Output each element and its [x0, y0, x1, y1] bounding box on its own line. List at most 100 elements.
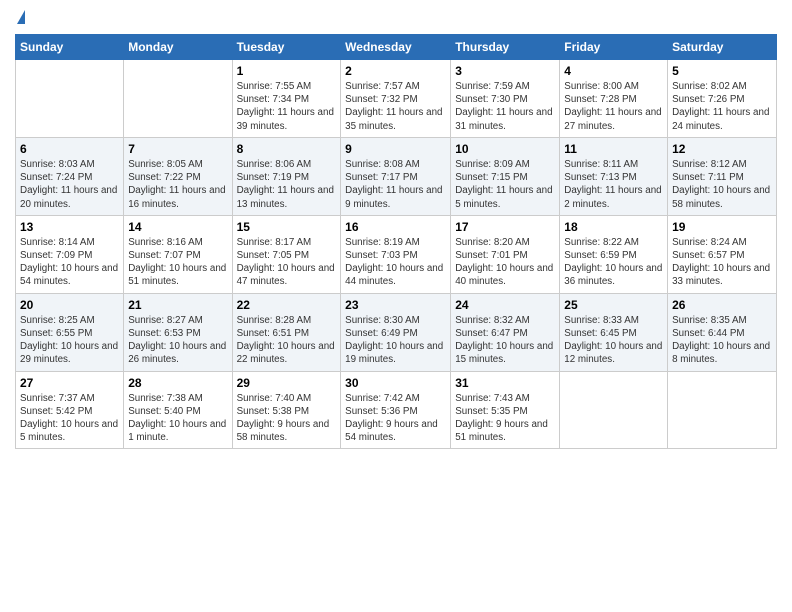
cell-content: Sunrise: 8:20 AMSunset: 7:01 PMDaylight:… [455, 236, 555, 289]
day-number: 15 [237, 220, 337, 234]
day-number: 29 [237, 376, 337, 390]
cell-content: Sunrise: 8:19 AMSunset: 7:03 PMDaylight:… [345, 236, 446, 289]
calendar-cell: 23 Sunrise: 8:30 AMSunset: 6:49 PMDayligh… [341, 293, 451, 371]
day-number: 5 [672, 64, 772, 78]
day-number: 17 [455, 220, 555, 234]
cell-content: Sunrise: 8:11 AMSunset: 7:13 PMDaylight:… [564, 158, 663, 211]
calendar-week-row: 27 Sunrise: 7:37 AMSunset: 5:42 PMDayligh… [16, 371, 777, 449]
calendar-cell: 14 Sunrise: 8:16 AMSunset: 7:07 PMDayligh… [124, 215, 232, 293]
calendar-header-row: SundayMondayTuesdayWednesdayThursdayFrid… [16, 35, 777, 60]
day-number: 12 [672, 142, 772, 156]
logo-triangle-icon [17, 10, 25, 24]
day-number: 3 [455, 64, 555, 78]
calendar-cell: 9 Sunrise: 8:08 AMSunset: 7:17 PMDaylight… [341, 137, 451, 215]
calendar-cell: 4Sunrise: 8:00 AMSunset: 7:28 PMDaylight… [560, 60, 668, 138]
calendar-cell [668, 371, 777, 449]
calendar-cell: 7Sunrise: 8:05 AMSunset: 7:22 PMDaylight… [124, 137, 232, 215]
cell-content: Sunrise: 7:57 AMSunset: 7:32 PMDaylight:… [345, 80, 446, 133]
day-number: 26 [672, 298, 772, 312]
calendar-container: SundayMondayTuesdayWednesdayThursdayFrid… [0, 0, 792, 464]
calendar-cell: 20 Sunrise: 8:25 AMSunset: 6:55 PMDayligh… [16, 293, 124, 371]
calendar-cell: 18 Sunrise: 8:22 AMSunset: 6:59 PMDayligh… [560, 215, 668, 293]
cell-content: Sunrise: 8:02 AMSunset: 7:26 PMDaylight:… [672, 80, 772, 133]
cell-content: Sunrise: 8:32 AMSunset: 6:47 PMDaylight:… [455, 314, 555, 367]
cell-content: Sunrise: 7:42 AMSunset: 5:36 PMDaylight:… [345, 392, 446, 445]
calendar-week-row: 1 Sunrise: 7:55 AMSunset: 7:34 PMDaylight… [16, 60, 777, 138]
calendar-cell: 12 Sunrise: 8:12 AMSunset: 7:11 PMDayligh… [668, 137, 777, 215]
day-number: 9 [345, 142, 446, 156]
cell-content: Sunrise: 8:22 AMSunset: 6:59 PMDaylight:… [564, 236, 663, 289]
calendar-cell: 1 Sunrise: 7:55 AMSunset: 7:34 PMDaylight… [232, 60, 341, 138]
calendar-cell: 17 Sunrise: 8:20 AMSunset: 7:01 PMDayligh… [451, 215, 560, 293]
calendar-cell: 15 Sunrise: 8:17 AMSunset: 7:05 PMDayligh… [232, 215, 341, 293]
cell-content: Sunrise: 8:30 AMSunset: 6:49 PMDaylight:… [345, 314, 446, 367]
day-header-thursday: Thursday [451, 35, 560, 60]
cell-content: Sunrise: 7:55 AMSunset: 7:34 PMDaylight:… [237, 80, 337, 133]
calendar-cell: 25 Sunrise: 8:33 AMSunset: 6:45 PMDayligh… [560, 293, 668, 371]
calendar-cell: 26 Sunrise: 8:35 AMSunset: 6:44 PMDayligh… [668, 293, 777, 371]
cell-content: Sunrise: 8:27 AMSunset: 6:53 PMDaylight:… [128, 314, 227, 367]
day-number: 20 [20, 298, 119, 312]
day-header-monday: Monday [124, 35, 232, 60]
calendar-cell: 30 Sunrise: 7:42 AMSunset: 5:36 PMDayligh… [341, 371, 451, 449]
day-header-saturday: Saturday [668, 35, 777, 60]
calendar-cell: 22Sunrise: 8:28 AMSunset: 6:51 PMDayligh… [232, 293, 341, 371]
calendar-cell: 6 Sunrise: 8:03 AMSunset: 7:24 PMDaylight… [16, 137, 124, 215]
cell-content: Sunrise: 8:09 AMSunset: 7:15 PMDaylight:… [455, 158, 555, 211]
cell-content: Sunrise: 8:25 AMSunset: 6:55 PMDaylight:… [20, 314, 119, 367]
cell-content: Sunrise: 8:00 AMSunset: 7:28 PMDaylight:… [564, 80, 663, 133]
calendar-cell: 24 Sunrise: 8:32 AMSunset: 6:47 PMDayligh… [451, 293, 560, 371]
day-number: 14 [128, 220, 227, 234]
cell-content: Sunrise: 8:06 AMSunset: 7:19 PMDaylight:… [237, 158, 337, 211]
header [15, 10, 777, 26]
day-number: 30 [345, 376, 446, 390]
calendar-cell [16, 60, 124, 138]
calendar-cell: 19 Sunrise: 8:24 AMSunset: 6:57 PMDayligh… [668, 215, 777, 293]
calendar-cell: 27 Sunrise: 7:37 AMSunset: 5:42 PMDayligh… [16, 371, 124, 449]
day-header-friday: Friday [560, 35, 668, 60]
cell-content: Sunrise: 8:28 AMSunset: 6:51 PMDaylight:… [237, 314, 337, 367]
day-number: 8 [237, 142, 337, 156]
calendar-cell: 28Sunrise: 7:38 AMSunset: 5:40 PMDayligh… [124, 371, 232, 449]
calendar-cell: 16 Sunrise: 8:19 AMSunset: 7:03 PMDayligh… [341, 215, 451, 293]
day-number: 13 [20, 220, 119, 234]
cell-content: Sunrise: 8:08 AMSunset: 7:17 PMDaylight:… [345, 158, 446, 211]
day-number: 6 [20, 142, 119, 156]
day-number: 11 [564, 142, 663, 156]
calendar-cell: 11 Sunrise: 8:11 AMSunset: 7:13 PMDayligh… [560, 137, 668, 215]
cell-content: Sunrise: 7:38 AMSunset: 5:40 PMDaylight:… [128, 392, 227, 445]
cell-content: Sunrise: 8:24 AMSunset: 6:57 PMDaylight:… [672, 236, 772, 289]
day-number: 23 [345, 298, 446, 312]
calendar-cell: 3 Sunrise: 7:59 AMSunset: 7:30 PMDaylight… [451, 60, 560, 138]
day-number: 24 [455, 298, 555, 312]
day-header-wednesday: Wednesday [341, 35, 451, 60]
calendar-cell: 21Sunrise: 8:27 AMSunset: 6:53 PMDayligh… [124, 293, 232, 371]
cell-content: Sunrise: 8:03 AMSunset: 7:24 PMDaylight:… [20, 158, 119, 211]
calendar-cell: 29Sunrise: 7:40 AMSunset: 5:38 PMDayligh… [232, 371, 341, 449]
calendar-cell: 31Sunrise: 7:43 AMSunset: 5:35 PMDayligh… [451, 371, 560, 449]
day-number: 2 [345, 64, 446, 78]
cell-content: Sunrise: 7:59 AMSunset: 7:30 PMDaylight:… [455, 80, 555, 133]
day-number: 25 [564, 298, 663, 312]
day-number: 27 [20, 376, 119, 390]
cell-content: Sunrise: 8:12 AMSunset: 7:11 PMDaylight:… [672, 158, 772, 211]
day-number: 16 [345, 220, 446, 234]
day-number: 18 [564, 220, 663, 234]
calendar-week-row: 20 Sunrise: 8:25 AMSunset: 6:55 PMDayligh… [16, 293, 777, 371]
cell-content: Sunrise: 7:37 AMSunset: 5:42 PMDaylight:… [20, 392, 119, 445]
day-number: 19 [672, 220, 772, 234]
day-number: 10 [455, 142, 555, 156]
calendar-week-row: 13Sunrise: 8:14 AMSunset: 7:09 PMDayligh… [16, 215, 777, 293]
day-number: 7 [128, 142, 227, 156]
cell-content: Sunrise: 8:17 AMSunset: 7:05 PMDaylight:… [237, 236, 337, 289]
day-header-tuesday: Tuesday [232, 35, 341, 60]
cell-content: Sunrise: 7:43 AMSunset: 5:35 PMDaylight:… [455, 392, 555, 445]
calendar-cell: 13Sunrise: 8:14 AMSunset: 7:09 PMDayligh… [16, 215, 124, 293]
calendar-cell: 10 Sunrise: 8:09 AMSunset: 7:15 PMDayligh… [451, 137, 560, 215]
calendar-table: SundayMondayTuesdayWednesdayThursdayFrid… [15, 34, 777, 449]
cell-content: Sunrise: 8:33 AMSunset: 6:45 PMDaylight:… [564, 314, 663, 367]
calendar-week-row: 6 Sunrise: 8:03 AMSunset: 7:24 PMDaylight… [16, 137, 777, 215]
cell-content: Sunrise: 8:16 AMSunset: 7:07 PMDaylight:… [128, 236, 227, 289]
day-number: 1 [237, 64, 337, 78]
cell-content: Sunrise: 8:35 AMSunset: 6:44 PMDaylight:… [672, 314, 772, 367]
